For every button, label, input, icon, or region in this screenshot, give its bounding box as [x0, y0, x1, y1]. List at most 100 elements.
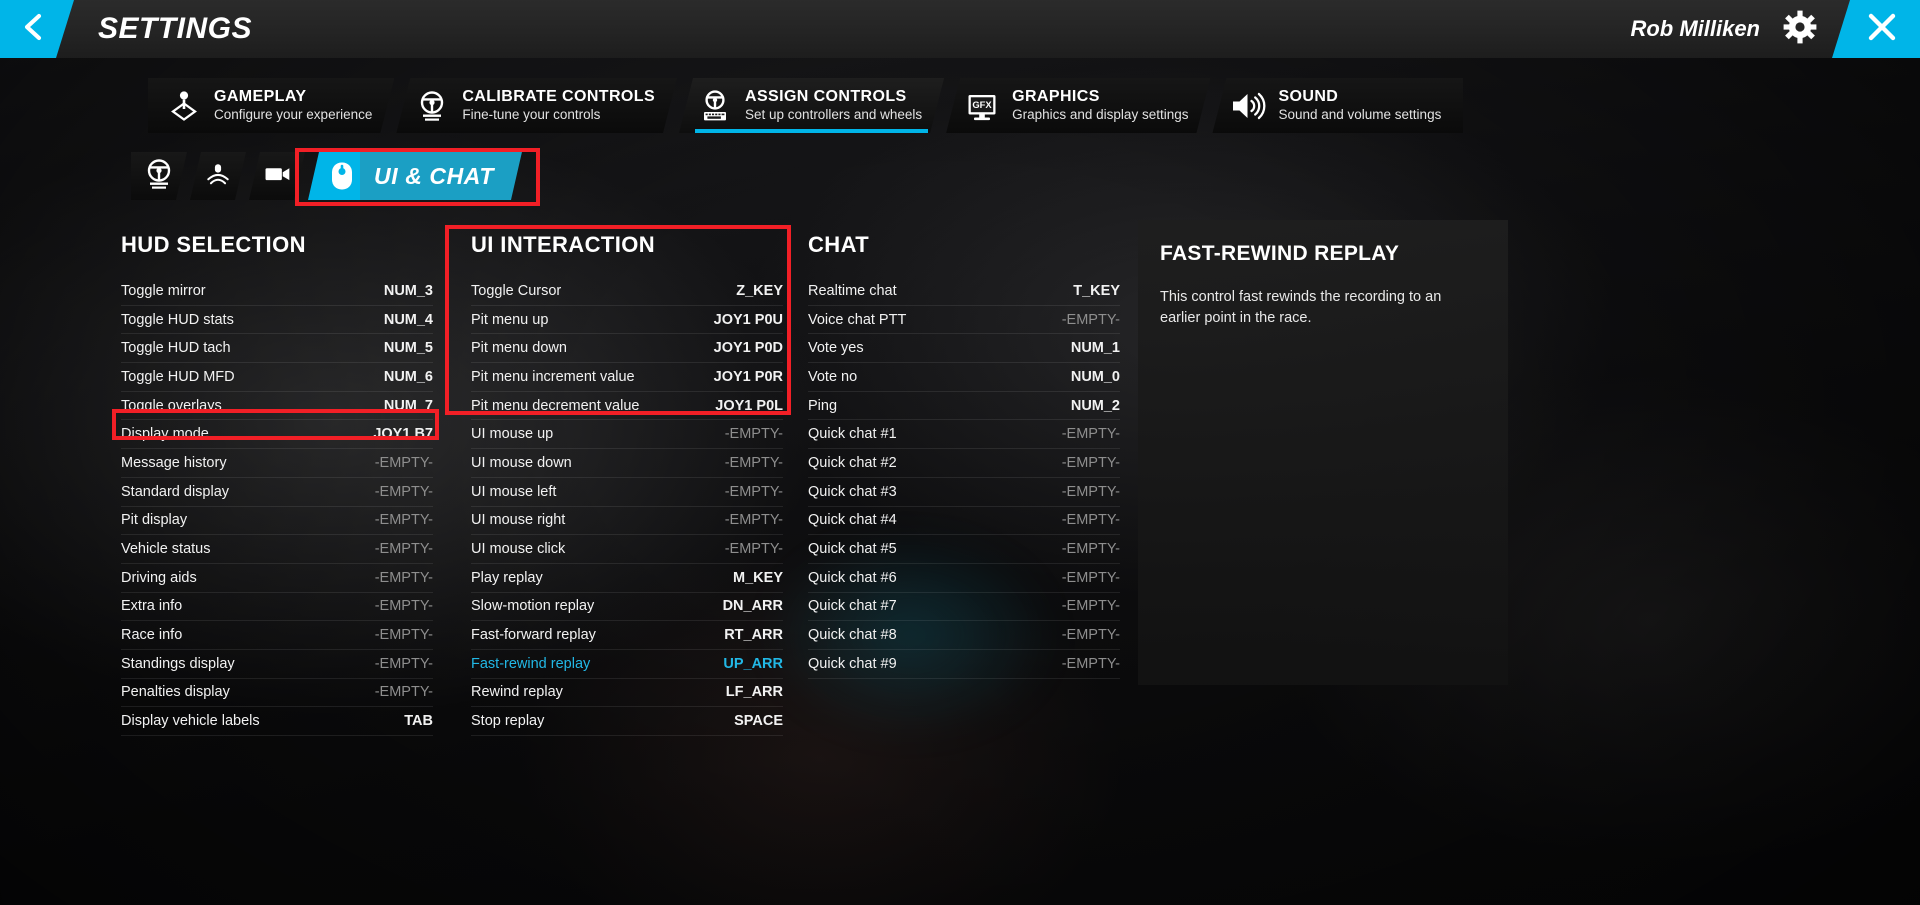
binding-value[interactable]: -EMPTY- — [375, 570, 433, 586]
binding-row[interactable]: Toggle Cursor Z_KEY — [471, 277, 783, 306]
binding-value[interactable]: -EMPTY- — [1062, 598, 1120, 614]
binding-value[interactable]: -EMPTY- — [375, 455, 433, 471]
binding-row[interactable]: Toggle mirror NUM_3 — [121, 277, 433, 306]
binding-row[interactable]: Realtime chat T_KEY — [808, 277, 1120, 306]
binding-value[interactable]: -EMPTY- — [1062, 656, 1120, 672]
binding-row[interactable]: Play replay M_KEY — [471, 564, 783, 593]
binding-row[interactable]: Stop replay SPACE — [471, 707, 783, 736]
binding-value[interactable]: -EMPTY- — [1062, 312, 1120, 328]
binding-value[interactable]: NUM_4 — [384, 312, 433, 328]
binding-value[interactable]: TAB — [404, 713, 433, 729]
binding-value[interactable]: -EMPTY- — [375, 627, 433, 643]
binding-row[interactable]: Display vehicle labels TAB — [121, 707, 433, 736]
binding-row[interactable]: Extra info -EMPTY- — [121, 593, 433, 622]
binding-value[interactable]: -EMPTY- — [375, 512, 433, 528]
binding-row[interactable]: Quick chat #1 -EMPTY- — [808, 420, 1120, 450]
binding-value[interactable]: M_KEY — [733, 570, 783, 586]
binding-value[interactable]: JOY1 P0D — [714, 340, 783, 356]
back-button[interactable] — [0, 0, 74, 58]
binding-row[interactable]: Ping NUM_2 — [808, 392, 1120, 421]
binding-row[interactable]: Standard display -EMPTY- — [121, 478, 433, 507]
binding-value[interactable]: JOY1 P0U — [714, 312, 783, 328]
binding-value[interactable]: DN_ARR — [723, 598, 783, 614]
binding-value[interactable]: SPACE — [734, 713, 783, 729]
binding-value[interactable]: -EMPTY- — [1062, 484, 1120, 500]
sub-tab-ui-and-chat[interactable]: UI & CHAT — [308, 152, 548, 200]
binding-row[interactable]: Display mode JOY1 B7 — [121, 420, 433, 450]
binding-row[interactable]: Toggle HUD tach NUM_5 — [121, 334, 433, 364]
binding-value[interactable]: -EMPTY- — [725, 455, 783, 471]
binding-value[interactable]: JOY1 P0L — [715, 398, 783, 414]
binding-value[interactable]: -EMPTY- — [725, 512, 783, 528]
binding-row[interactable]: Toggle overlays NUM_7 — [121, 392, 433, 421]
binding-row[interactable]: Message history -EMPTY- — [121, 449, 433, 478]
binding-row[interactable]: UI mouse up -EMPTY- — [471, 420, 783, 450]
main-tab-sound[interactable]: SOUND Sound and volume settings — [1212, 78, 1464, 133]
binding-value[interactable]: NUM_5 — [384, 340, 433, 356]
binding-row[interactable]: Driving aids -EMPTY- — [121, 564, 433, 593]
binding-value[interactable]: -EMPTY- — [375, 598, 433, 614]
binding-value[interactable]: -EMPTY- — [375, 484, 433, 500]
binding-value[interactable]: -EMPTY- — [1062, 570, 1120, 586]
binding-row[interactable]: Toggle HUD MFD NUM_6 — [121, 363, 433, 392]
binding-value[interactable]: RT_ARR — [724, 627, 783, 643]
binding-value[interactable]: NUM_6 — [384, 369, 433, 385]
binding-value[interactable]: NUM_3 — [384, 283, 433, 299]
binding-row[interactable]: Pit display -EMPTY- — [121, 507, 433, 536]
sub-tab-pedals[interactable] — [190, 152, 246, 200]
binding-value[interactable]: JOY1 B7 — [373, 426, 433, 442]
binding-row[interactable]: UI mouse down -EMPTY- — [471, 449, 783, 478]
binding-value[interactable]: UP_ARR — [723, 656, 783, 672]
binding-value[interactable]: JOY1 P0R — [714, 369, 783, 385]
binding-row[interactable]: Standings display -EMPTY- — [121, 650, 433, 679]
main-tab-calibrate-controls[interactable]: CALIBRATE CONTROLS Fine-tune your contro… — [396, 78, 677, 133]
binding-value[interactable]: T_KEY — [1073, 283, 1120, 299]
binding-value[interactable]: -EMPTY- — [375, 656, 433, 672]
binding-row[interactable]: Fast-rewind replay UP_ARR — [471, 650, 783, 679]
main-tab-assign-controls[interactable]: ASSIGN CONTROLS Set up controllers and w… — [679, 78, 944, 133]
binding-row[interactable]: Vote no NUM_0 — [808, 363, 1120, 392]
binding-row[interactable]: Vehicle status -EMPTY- — [121, 535, 433, 564]
binding-value[interactable]: -EMPTY- — [1062, 455, 1120, 471]
binding-row[interactable]: Pit menu up JOY1 P0U — [471, 306, 783, 335]
binding-value[interactable]: -EMPTY- — [1062, 512, 1120, 528]
close-button[interactable] — [1832, 0, 1920, 58]
binding-row[interactable]: Quick chat #3 -EMPTY- — [808, 478, 1120, 507]
binding-row[interactable]: Slow-motion replay DN_ARR — [471, 593, 783, 622]
binding-value[interactable]: NUM_2 — [1071, 398, 1120, 414]
binding-value[interactable]: -EMPTY- — [725, 484, 783, 500]
binding-value[interactable]: -EMPTY- — [375, 541, 433, 557]
binding-value[interactable]: NUM_7 — [384, 398, 433, 414]
binding-value[interactable]: NUM_1 — [1071, 340, 1120, 356]
binding-row[interactable]: Quick chat #7 -EMPTY- — [808, 593, 1120, 622]
binding-row[interactable]: Penalties display -EMPTY- — [121, 679, 433, 708]
binding-row[interactable]: Pit menu down JOY1 P0D — [471, 334, 783, 364]
binding-row[interactable]: Toggle HUD stats NUM_4 — [121, 306, 433, 335]
settings-gear-button[interactable] — [1768, 0, 1832, 58]
binding-value[interactable]: LF_ARR — [726, 684, 783, 700]
binding-value[interactable]: -EMPTY- — [725, 426, 783, 442]
main-tab-gameplay[interactable]: GAMEPLAY Configure your experience — [148, 78, 394, 133]
binding-row[interactable]: Pit menu decrement value JOY1 P0L — [471, 392, 783, 421]
binding-value[interactable]: -EMPTY- — [725, 541, 783, 557]
main-tab-graphics[interactable]: GFX GRAPHICS Graphics and display settin… — [946, 78, 1210, 133]
binding-row[interactable]: Quick chat #5 -EMPTY- — [808, 535, 1120, 564]
binding-value[interactable]: -EMPTY- — [1062, 627, 1120, 643]
binding-row[interactable]: Vote yes NUM_1 — [808, 334, 1120, 364]
binding-value[interactable]: -EMPTY- — [1062, 426, 1120, 442]
binding-row[interactable]: Rewind replay LF_ARR — [471, 679, 783, 708]
binding-row[interactable]: UI mouse click -EMPTY- — [471, 535, 783, 564]
binding-row[interactable]: Fast-forward replay RT_ARR — [471, 621, 783, 650]
binding-row[interactable]: Quick chat #9 -EMPTY- — [808, 650, 1120, 679]
binding-row[interactable]: Quick chat #4 -EMPTY- — [808, 507, 1120, 536]
binding-row[interactable]: UI mouse right -EMPTY- — [471, 507, 783, 536]
binding-value[interactable]: Z_KEY — [736, 283, 783, 299]
binding-row[interactable]: Quick chat #8 -EMPTY- — [808, 621, 1120, 650]
binding-row[interactable]: Pit menu increment value JOY1 P0R — [471, 363, 783, 392]
binding-value[interactable]: -EMPTY- — [1062, 541, 1120, 557]
sub-tab-steering-wheel[interactable] — [131, 152, 187, 200]
binding-value[interactable]: NUM_0 — [1071, 369, 1120, 385]
binding-value[interactable]: -EMPTY- — [375, 684, 433, 700]
binding-row[interactable]: Voice chat PTT -EMPTY- — [808, 306, 1120, 335]
binding-row[interactable]: Quick chat #2 -EMPTY- — [808, 449, 1120, 478]
